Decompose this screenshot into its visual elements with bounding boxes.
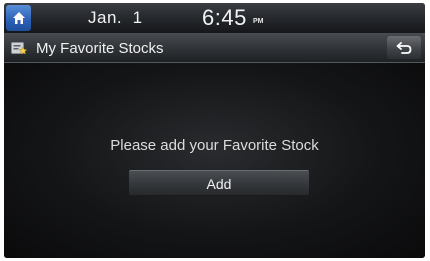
favorite-stocks-icon: [11, 42, 27, 55]
status-ampm: PM: [253, 18, 264, 25]
back-arrow-icon: [396, 41, 412, 54]
empty-state-message: Please add your Favorite Stock: [110, 137, 319, 154]
app-screen: Jan. 1 6:45 PM My Favorite Stocks Please…: [4, 3, 425, 258]
status-time: 6:45: [202, 5, 247, 30]
title-bar: My Favorite Stocks: [4, 34, 425, 63]
home-icon: [12, 12, 25, 24]
add-button[interactable]: Add: [129, 170, 309, 196]
home-button[interactable]: [6, 5, 31, 31]
status-date: Jan. 1: [88, 8, 143, 27]
main-content: Please add your Favorite Stock Add: [4, 63, 425, 258]
status-bar: Jan. 1 6:45 PM: [4, 3, 425, 34]
page-title: My Favorite Stocks: [36, 40, 164, 57]
back-button[interactable]: [387, 36, 421, 59]
